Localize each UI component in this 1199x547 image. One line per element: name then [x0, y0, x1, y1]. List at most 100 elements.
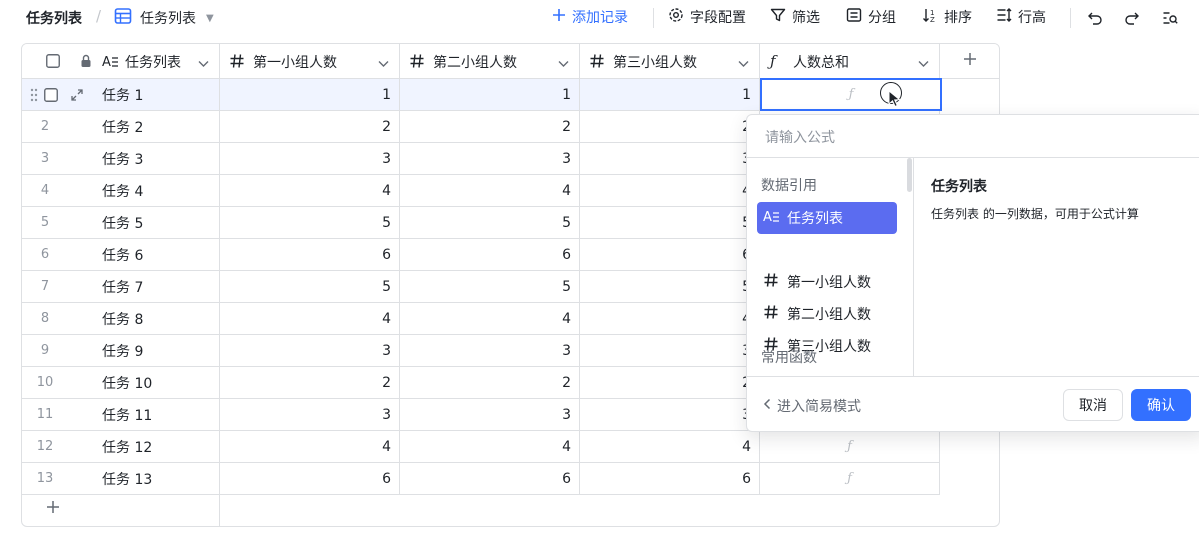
group2-cell[interactable]: 5 — [400, 271, 580, 303]
group3-cell[interactable]: 4 — [580, 431, 760, 463]
chevron-down-icon[interactable] — [198, 56, 209, 72]
group3-cell[interactable]: 6 — [580, 463, 760, 495]
group3-cell[interactable]: 6 — [580, 239, 760, 271]
group3-cell[interactable]: 3 — [580, 399, 760, 431]
column-header-primary[interactable]: A 任务列表 — [22, 44, 220, 79]
group1-cell[interactable]: 4 — [220, 175, 400, 207]
group2-cell[interactable]: 4 — [400, 431, 580, 463]
group3-cell[interactable]: 3 — [580, 335, 760, 367]
chevron-down-icon[interactable] — [558, 56, 569, 72]
breadcrumb-root[interactable]: 任务列表 — [26, 8, 82, 28]
group1-cell[interactable]: 1 — [220, 79, 400, 111]
row-number: 6 — [22, 239, 68, 271]
caret-down-icon: ▼ — [206, 12, 214, 24]
formula-input[interactable]: 请输入公式 — [765, 127, 835, 147]
formula-editor-popup: 请输入公式 数据引用 A 任务列表 第一小组人数 第二小组人数 第三小组人数 常… — [746, 114, 1199, 432]
group2-cell[interactable]: 3 — [400, 335, 580, 367]
group3-cell[interactable]: 5 — [580, 271, 760, 303]
add-row-button[interactable] — [46, 500, 60, 518]
group2-cell[interactable]: 4 — [400, 303, 580, 335]
group3-cell[interactable]: 4 — [580, 303, 760, 335]
redo-icon[interactable] — [1122, 8, 1142, 28]
sort-button[interactable]: 1Z 排序 — [922, 7, 972, 27]
group2-cell[interactable]: 6 — [400, 463, 580, 495]
group1-cell[interactable]: 6 — [220, 239, 400, 271]
row-checkbox[interactable] — [44, 88, 58, 106]
group3-cell[interactable]: 1 — [580, 79, 760, 111]
reference-detail-description: 任务列表 的一列数据，可用于公式计算 — [931, 207, 1139, 221]
chevron-down-icon[interactable] — [918, 56, 929, 72]
group1-cell[interactable]: 2 — [220, 111, 400, 143]
column-title: 人数总和 — [793, 55, 849, 71]
confirm-button[interactable]: 确认 — [1131, 389, 1191, 421]
group2-cell[interactable]: 1 — [400, 79, 580, 111]
sort-label: 排序 — [944, 10, 972, 26]
group-button[interactable]: 分组 — [846, 7, 896, 27]
filter-button[interactable]: 筛选 — [770, 7, 820, 27]
group3-cell[interactable]: 3 — [580, 143, 760, 175]
column-header-total[interactable]: ƒ 人数总和 — [760, 44, 940, 79]
column-title: 任务列表 — [125, 55, 181, 71]
group-label: 分组 — [868, 10, 896, 26]
ref-item-task-list[interactable]: A 任务列表 — [757, 202, 897, 234]
group1-cell[interactable]: 3 — [220, 399, 400, 431]
add-column-button[interactable] — [940, 44, 999, 79]
chevron-down-icon[interactable] — [738, 56, 749, 72]
reference-list: 数据引用 A 任务列表 第一小组人数 第二小组人数 第三小组人数 常用函数 — [747, 158, 914, 376]
column-title: 第一小组人数 — [253, 55, 337, 71]
group2-cell[interactable]: 3 — [400, 143, 580, 175]
number-field-icon — [763, 304, 779, 324]
column-header-group1[interactable]: 第一小组人数 — [220, 44, 400, 79]
undo-icon[interactable] — [1085, 8, 1105, 28]
total-cell[interactable]: ƒ — [760, 431, 940, 463]
group3-cell[interactable]: 4 — [580, 175, 760, 207]
group2-cell[interactable]: 4 — [400, 175, 580, 207]
select-all-checkbox[interactable] — [46, 54, 60, 72]
column-title: 第三小组人数 — [613, 55, 697, 71]
group2-cell[interactable]: 5 — [400, 207, 580, 239]
group1-cell[interactable]: 5 — [220, 207, 400, 239]
ref-item-group2[interactable]: 第二小组人数 — [757, 298, 897, 330]
drag-handle-icon[interactable] — [30, 88, 38, 106]
total-cell[interactable]: ƒ — [760, 463, 940, 495]
sort-icon: 1Z — [922, 7, 938, 27]
add-record-label: 添加记录 — [572, 10, 628, 26]
group3-cell[interactable]: 5 — [580, 207, 760, 239]
ref-label: 任务列表 — [787, 211, 843, 227]
group1-cell[interactable]: 6 — [220, 463, 400, 495]
add-record-button[interactable]: 添加记录 — [552, 7, 628, 27]
simple-mode-link[interactable]: 进入简易模式 — [763, 396, 861, 416]
cancel-button[interactable]: 取消 — [1063, 389, 1123, 421]
expand-icon[interactable] — [70, 88, 84, 106]
group2-cell[interactable]: 2 — [400, 367, 580, 399]
group3-cell[interactable]: 2 — [580, 111, 760, 143]
view-selector[interactable]: 任务列表 ▼ — [114, 7, 214, 29]
group1-cell[interactable]: 3 — [220, 143, 400, 175]
svg-text:A: A — [102, 55, 111, 69]
divider — [747, 376, 1199, 377]
text-field-icon: A — [102, 53, 118, 73]
column-header-group3[interactable]: 第三小组人数 — [580, 44, 760, 79]
row-height-label: 行高 — [1018, 10, 1046, 26]
active-formula-cell[interactable]: ƒ — [760, 78, 942, 111]
column-header-group2[interactable]: 第二小组人数 — [400, 44, 580, 79]
group2-cell[interactable]: 3 — [400, 399, 580, 431]
group1-cell[interactable]: 3 — [220, 335, 400, 367]
group2-cell[interactable]: 6 — [400, 239, 580, 271]
chevron-down-icon[interactable] — [378, 56, 389, 72]
group3-cell[interactable]: 2 — [580, 367, 760, 399]
group1-cell[interactable]: 4 — [220, 431, 400, 463]
row-controls — [30, 88, 84, 106]
row-number: 3 — [22, 143, 68, 175]
group1-cell[interactable]: 5 — [220, 271, 400, 303]
scrollbar-thumb[interactable] — [907, 158, 912, 192]
group1-cell[interactable]: 4 — [220, 303, 400, 335]
row-height-button[interactable]: 行高 — [996, 7, 1046, 27]
ref-item-group1[interactable]: 第一小组人数 — [757, 266, 897, 298]
field-config-button[interactable]: 字段配置 — [668, 7, 746, 27]
field-config-label: 字段配置 — [690, 10, 746, 26]
group2-cell[interactable]: 2 — [400, 111, 580, 143]
group1-cell[interactable]: 2 — [220, 367, 400, 399]
search-icon[interactable] — [1160, 8, 1180, 28]
column-divider — [219, 494, 220, 526]
